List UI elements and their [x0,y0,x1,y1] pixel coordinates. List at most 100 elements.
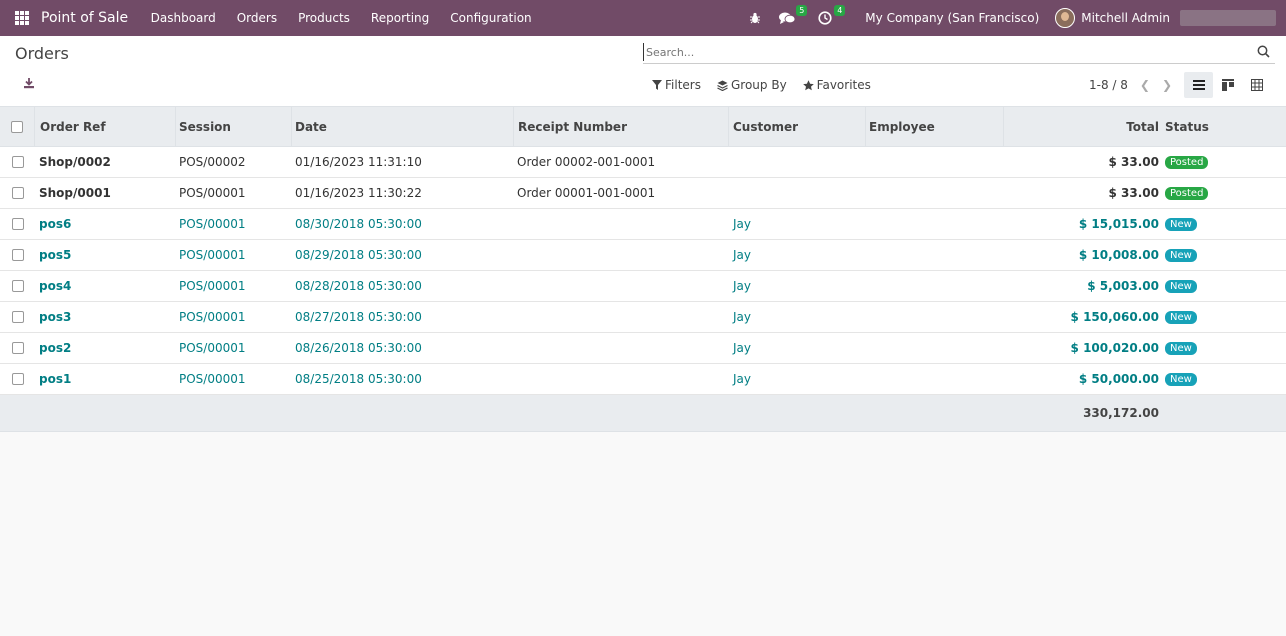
select-all-checkbox[interactable] [11,121,23,133]
row-select-cell [0,240,35,270]
cell-session: POS/00001 [179,372,246,386]
table-footer-aggregates: 330,172.00 [0,395,1286,432]
header-order-ref[interactable]: Order Ref [35,107,176,147]
status-badge: New [1165,279,1197,293]
cell-status: New [1162,240,1286,270]
cell-total: $ 15,015.00 [1078,217,1159,231]
cell-session: POS/00001 [179,217,246,231]
search-input[interactable] [643,43,1243,61]
header-date[interactable]: Date [292,107,514,147]
row-checkbox[interactable] [11,311,24,323]
debug-bug-icon[interactable] [745,8,765,28]
cell-receipt-number [514,364,729,394]
list-view-icon[interactable] [1184,72,1213,98]
table-row[interactable]: Shop/0002 POS/00002 01/16/2023 11:31:10 Ord… [0,147,1286,178]
row-checkbox[interactable] [11,373,24,385]
table-row[interactable]: pos2 POS/00001 08/26/2018 05:30:00 Jay $ 100… [0,333,1286,364]
row-checkbox[interactable] [11,342,24,354]
menu-dashboard[interactable]: Dashboard [140,11,226,25]
header-status[interactable]: Status [1162,107,1286,147]
menu-products[interactable]: Products [288,11,361,25]
cell-receipt-number [514,302,729,332]
row-select-cell [0,302,35,332]
cell-session: POS/00001 [179,186,246,200]
app-name[interactable]: Point of Sale [41,10,128,26]
row-select-cell [0,271,35,301]
cell-status: Posted [1162,178,1286,208]
download-icon[interactable] [22,76,36,90]
filters-button[interactable]: Filters [652,78,701,92]
cell-total: $ 10,008.00 [1078,248,1159,262]
row-select-cell [0,364,35,394]
orders-table: Order Ref Session Date Receipt Number Cu… [0,107,1286,432]
messages-icon[interactable]: 5 [777,5,808,28]
pivot-view-icon[interactable] [1242,72,1271,98]
table-header: Order Ref Session Date Receipt Number Cu… [0,107,1286,147]
row-checkbox[interactable] [11,156,24,168]
status-badge: New [1165,217,1197,231]
cell-order-ref: pos3 [39,310,72,324]
table-row[interactable]: pos1 POS/00001 08/25/2018 05:30:00 Jay $ 50,… [0,364,1286,395]
company-switcher[interactable]: My Company (San Francisco) [865,11,1039,25]
apps-menu-icon[interactable] [15,11,29,25]
row-checkbox[interactable] [11,187,24,199]
favorites-button[interactable]: Favorites [802,78,871,92]
pager-next-icon[interactable]: ❯ [1162,78,1172,92]
cell-order-ref: pos4 [39,279,72,293]
table-row[interactable]: pos3 POS/00001 08/27/2018 05:30:00 Jay $ 150… [0,302,1286,333]
pager-previous-icon[interactable]: ❮ [1140,78,1150,92]
row-checkbox[interactable] [11,218,24,230]
menu-configuration[interactable]: Configuration [440,11,542,25]
cell-session: POS/00001 [179,248,246,262]
cell-date: 08/30/2018 05:30:00 [295,217,422,231]
table-row[interactable]: Shop/0001 POS/00001 01/16/2023 11:30:22 Ord… [0,178,1286,209]
star-icon [802,79,814,90]
cell-receipt-number [514,333,729,363]
header-session[interactable]: Session [176,107,292,147]
cell-date: 08/26/2018 05:30:00 [295,341,422,355]
search-icon[interactable] [1257,45,1271,59]
header-total[interactable]: Total [1004,107,1162,147]
groupby-label: Group By [730,78,787,92]
cell-status: New [1162,364,1286,394]
cell-total: $ 150,060.00 [1070,310,1159,324]
menu-reporting[interactable]: Reporting [360,11,439,25]
cell-order-ref: pos6 [39,217,72,231]
cell-order-ref: pos1 [39,372,72,386]
header-employee[interactable]: Employee [866,107,1004,147]
user-avatar[interactable] [1055,8,1076,28]
cell-date: 08/28/2018 05:30:00 [295,279,422,293]
favorites-label: Favorites [816,78,871,92]
user-menu[interactable]: Mitchell Admin [1081,11,1170,25]
kanban-view-icon[interactable] [1213,72,1242,98]
table-row[interactable]: pos5 POS/00001 08/29/2018 05:30:00 Jay $ 10,… [0,240,1286,271]
row-checkbox[interactable] [11,249,24,261]
cell-employee [866,333,1004,363]
cell-customer: Jay [733,248,751,262]
table-row[interactable]: pos6 POS/00001 08/30/2018 05:30:00 Jay $ 15,… [0,209,1286,240]
cell-customer: Jay [733,279,751,293]
row-select-cell [0,333,35,363]
table-row[interactable]: pos4 POS/00001 08/28/2018 05:30:00 Jay $ 5,0… [0,271,1286,302]
cell-status: New [1162,209,1286,239]
cell-employee [866,271,1004,301]
pager-value[interactable]: 1-8 / 8 [1089,78,1128,92]
row-checkbox[interactable] [11,280,24,292]
groupby-button[interactable]: Group By [717,78,787,92]
activities-clock-icon[interactable]: 4 [815,5,846,28]
cell-customer: Jay [733,310,751,324]
cell-total: $ 100,020.00 [1070,341,1159,355]
cell-session: POS/00001 [179,341,246,355]
top-navbar: Point of Sale Dashboard Orders Products … [0,0,1286,36]
cell-employee [866,240,1004,270]
filter-icon [652,80,662,90]
menu-orders[interactable]: Orders [226,11,287,25]
cell-order-ref: Shop/0002 [39,155,111,169]
cell-employee [866,302,1004,332]
cell-order-ref: pos5 [39,248,72,262]
row-select-cell [0,209,35,239]
cell-date: 08/29/2018 05:30:00 [295,248,422,262]
header-customer[interactable]: Customer [729,107,866,147]
activities-count-badge: 4 [834,5,846,16]
header-receipt-number[interactable]: Receipt Number [514,107,729,147]
